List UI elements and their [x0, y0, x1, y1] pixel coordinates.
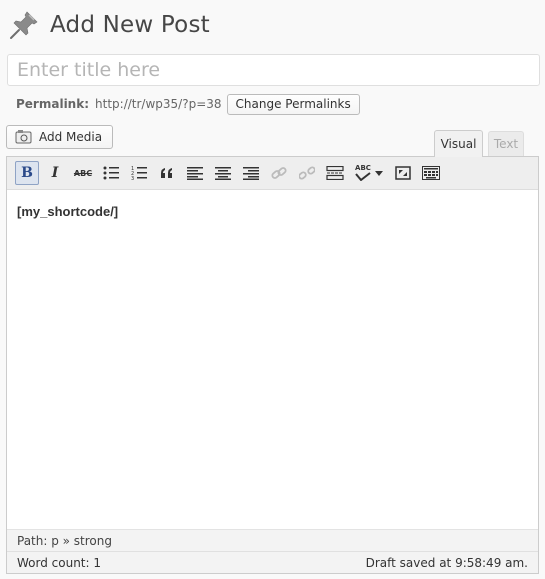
check-mark-icon: [355, 172, 371, 181]
kitchen-sink-icon: [422, 166, 440, 180]
permalink-url[interactable]: http://tr/wp35/?p=38: [95, 97, 222, 111]
align-left-icon: [187, 166, 203, 180]
align-right-button[interactable]: [239, 161, 263, 185]
tab-visual[interactable]: Visual: [434, 130, 483, 157]
bulleted-list-icon: [103, 166, 119, 180]
bold-button[interactable]: B: [15, 161, 39, 185]
fullscreen-button[interactable]: [391, 161, 415, 185]
align-right-icon: [243, 166, 259, 180]
page-title: Add New Post: [50, 12, 210, 38]
blockquote-icon: [161, 168, 172, 178]
permalink-row: Permalink: http://tr/wp35/?p=38 Change P…: [16, 93, 360, 115]
numbered-list-button[interactable]: 123: [127, 161, 151, 185]
numbered-list-icon: 123: [131, 166, 147, 180]
pushpin-icon: [10, 11, 38, 39]
permalink-label: Permalink:: [16, 97, 90, 111]
italic-icon: I: [51, 165, 59, 181]
post-title-input[interactable]: [7, 54, 540, 86]
content-text: [my_shortcode/]: [17, 204, 119, 219]
add-media-label: Add Media: [39, 130, 103, 144]
insert-link-button[interactable]: [267, 161, 291, 185]
spellcheck-button[interactable]: ABC: [351, 161, 387, 185]
media-camera-icon: [15, 130, 32, 144]
kitchen-sink-button[interactable]: [419, 161, 443, 185]
italic-button[interactable]: I: [43, 161, 67, 185]
editor-panel: B I ABC 123 ABC [my_shortcode/] Path: p …: [6, 156, 539, 574]
editor-status-bar: Word count: 1 Draft saved at 9:58:49 am.: [7, 551, 538, 573]
spellcheck-label: ABC: [355, 164, 371, 172]
path-text: Path: p » strong: [17, 533, 112, 548]
more-tag-icon: [326, 166, 344, 180]
svg-text:3: 3: [131, 176, 134, 180]
align-center-button[interactable]: [211, 161, 235, 185]
editor-content[interactable]: [my_shortcode/]: [7, 191, 538, 529]
editor-path-bar: Path: p » strong: [7, 529, 538, 551]
align-center-icon: [215, 166, 231, 180]
strikethrough-icon: ABC: [73, 168, 93, 178]
tab-text[interactable]: Text: [488, 131, 524, 156]
remove-link-button[interactable]: [295, 161, 319, 185]
insert-more-button[interactable]: [323, 161, 347, 185]
spellcheck-icon: ABC: [355, 165, 371, 181]
add-media-button[interactable]: Add Media: [6, 125, 114, 149]
strikethrough-button[interactable]: ABC: [71, 161, 95, 185]
change-permalinks-button[interactable]: Change Permalinks: [226, 93, 360, 115]
word-count: Word count: 1: [17, 555, 102, 570]
link-icon: [271, 167, 287, 179]
chevron-down-icon: [375, 170, 383, 176]
editor-toolbar: B I ABC 123 ABC: [7, 157, 538, 190]
fullscreen-icon: [395, 166, 411, 180]
blockquote-button[interactable]: [155, 161, 179, 185]
bulleted-list-button[interactable]: [99, 161, 123, 185]
unlink-icon: [299, 166, 315, 180]
bold-icon: B: [21, 165, 33, 181]
page-header: Add New Post: [8, 8, 210, 42]
draft-saved-status: Draft saved at 9:58:49 am.: [365, 555, 528, 570]
align-left-button[interactable]: [183, 161, 207, 185]
